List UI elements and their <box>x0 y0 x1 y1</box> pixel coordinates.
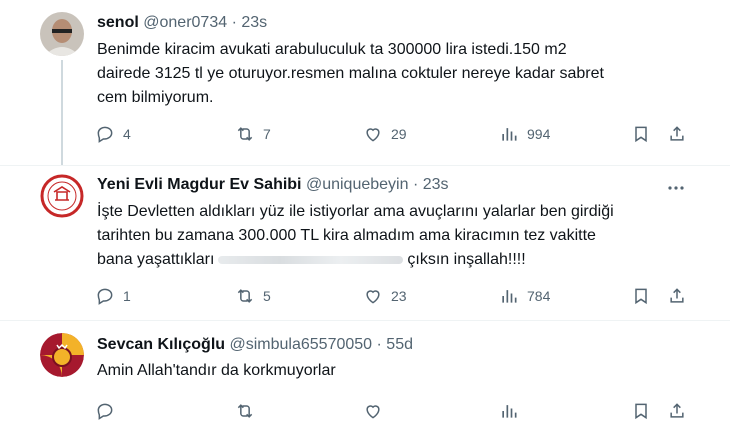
user-handle[interactable]: @oner0734 <box>143 14 227 31</box>
user-handle[interactable]: @uniquebeyin <box>306 176 409 193</box>
view-count: 784 <box>527 288 551 304</box>
tweet-text-line: tarihten bu zamana 300.000 TL kira almad… <box>97 227 596 244</box>
retweet-count: 7 <box>263 126 271 142</box>
censored-text <box>218 255 404 264</box>
like-icon <box>366 405 380 419</box>
retweet-button[interactable]: 5 <box>235 284 271 308</box>
tweet-text-line: Benimde kiracim avukati arabuluculuk ta … <box>97 41 567 58</box>
tweet-text-line: bana yaşattıkları çıksın inşallah!!!! <box>97 248 687 272</box>
tweet-text-fragment: çıksın inşallah!!!! <box>407 251 526 268</box>
reply-icon <box>97 403 113 420</box>
tweet-actions: 4 7 29 994 <box>95 122 695 146</box>
reply-icon <box>97 126 113 143</box>
more-icon <box>668 186 684 190</box>
bookmark-icon <box>635 126 647 143</box>
retweet-icon <box>237 404 253 418</box>
bookmark-icon <box>635 288 647 305</box>
display-name[interactable]: Sevcan Kılıçoğlu <box>97 336 225 353</box>
tweet-header: senol @oner0734 · 23s <box>97 14 267 32</box>
tweet-header: Yeni Evli Magdur Ev Sahibi @uniquebeyin … <box>97 176 449 194</box>
tweet-text-line: Amin Allah'tandır da korkmuyorlar <box>97 362 336 379</box>
views-button[interactable] <box>499 399 519 423</box>
retweet-icon <box>237 289 253 303</box>
share-icon <box>670 126 684 141</box>
views-button[interactable]: 994 <box>499 122 550 146</box>
bookmark-button[interactable] <box>631 122 651 146</box>
like-button[interactable] <box>363 399 383 423</box>
separator-dot: · <box>376 336 382 353</box>
like-icon <box>366 128 380 142</box>
like-button[interactable]: 29 <box>363 122 407 146</box>
tweet-text-line: cem bilmiyorum. <box>97 89 214 106</box>
tweet-1[interactable]: senol @oner0734 · 23s Benimde kiracim av… <box>0 0 730 165</box>
reply-count: 4 <box>123 126 131 142</box>
tweet-text-line: İşte Devletten aldıkları yüz ile istiyor… <box>97 203 614 220</box>
share-icon <box>670 403 684 418</box>
separator-dot: · <box>231 14 237 31</box>
bookmark-button[interactable] <box>631 284 651 308</box>
share-icon <box>670 288 684 303</box>
reply-button[interactable] <box>95 399 115 423</box>
tweet-text: Amin Allah'tandır da korkmuyorlar <box>97 359 687 383</box>
tweet-text-line: dairede 3125 tl ye oturuyor.resmen malın… <box>97 65 604 82</box>
share-button[interactable] <box>667 284 687 308</box>
retweet-button[interactable]: 7 <box>235 122 271 146</box>
timestamp[interactable]: 23s <box>241 14 267 31</box>
views-icon <box>502 128 517 141</box>
tweet-actions <box>95 399 695 423</box>
tweet-text-fragment: bana yaşattıkları <box>97 251 215 268</box>
thread-line <box>61 60 63 165</box>
bookmark-icon <box>635 403 647 420</box>
views-button[interactable]: 784 <box>499 284 550 308</box>
views-icon <box>502 405 517 418</box>
like-button[interactable]: 23 <box>363 284 407 308</box>
bookmark-button[interactable] <box>631 399 651 423</box>
tweet-actions: 1 5 23 784 <box>95 284 695 308</box>
reply-button[interactable]: 1 <box>95 284 131 308</box>
tweet-3[interactable]: Sevcan Kılıçoğlu @simbula65570050 · 55d … <box>0 321 730 420</box>
reply-button[interactable]: 4 <box>95 122 131 146</box>
share-button[interactable] <box>667 399 687 423</box>
like-count: 29 <box>391 126 407 142</box>
tweet-2[interactable]: Yeni Evli Magdur Ev Sahibi @uniquebeyin … <box>0 166 730 320</box>
retweet-icon <box>237 127 253 141</box>
avatar[interactable] <box>40 174 84 218</box>
display-name[interactable]: Yeni Evli Magdur Ev Sahibi <box>97 176 302 193</box>
like-icon <box>366 290 380 304</box>
separator-dot: · <box>412 176 419 193</box>
tweet-text: İşte Devletten aldıkları yüz ile istiyor… <box>97 200 687 272</box>
display-name[interactable]: senol <box>97 14 139 31</box>
user-handle[interactable]: @simbula65570050 <box>230 336 373 353</box>
view-count: 994 <box>527 126 551 142</box>
more-options-button[interactable] <box>666 178 686 198</box>
avatar[interactable] <box>40 12 84 56</box>
reply-icon <box>97 288 113 305</box>
share-button[interactable] <box>667 122 687 146</box>
avatar[interactable] <box>40 333 84 377</box>
reply-count: 1 <box>123 288 131 304</box>
retweet-button[interactable] <box>235 399 255 423</box>
retweet-count: 5 <box>263 288 271 304</box>
tweet-header: Sevcan Kılıçoğlu @simbula65570050 · 55d <box>97 336 413 354</box>
timestamp[interactable]: 55d <box>386 336 413 353</box>
like-count: 23 <box>391 288 407 304</box>
tweet-text: Benimde kiracim avukati arabuluculuk ta … <box>97 38 687 110</box>
views-icon <box>502 290 517 303</box>
timestamp[interactable]: 23s <box>423 176 449 193</box>
